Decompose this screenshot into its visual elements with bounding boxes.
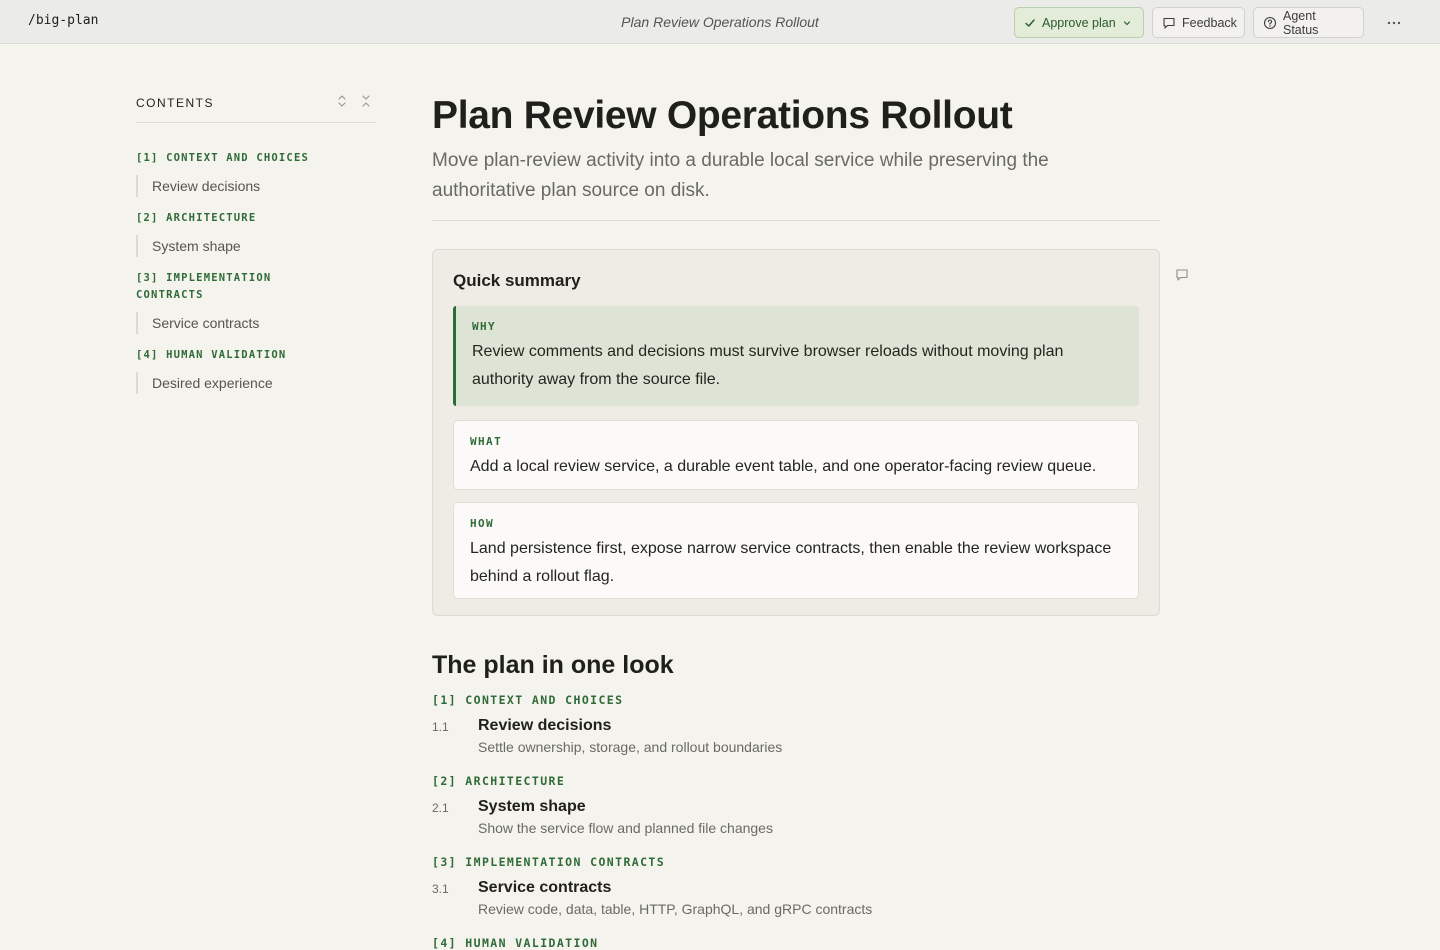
main-content: Plan Review Operations Rollout Move plan… (432, 94, 1160, 221)
toc-group: [4] HUMAN VALIDATION Desired experience (136, 347, 376, 394)
approve-plan-label: Approve plan (1042, 15, 1116, 30)
plan-item-number: 2.1 (432, 801, 449, 815)
toc-section-link[interactable]: [1] CONTEXT AND CHOICES (136, 150, 326, 167)
how-label: HOW (470, 517, 495, 530)
document-title: Plan Review Operations Rollout (621, 14, 819, 30)
more-options-button[interactable] (1384, 12, 1404, 32)
plan-item-number: 1.1 (432, 720, 449, 734)
toc-subsection-link[interactable]: Review decisions (136, 175, 376, 197)
help-circle-icon (1263, 16, 1277, 30)
plan-section-heading: [2] ARCHITECTURE (432, 774, 566, 788)
plan-item-description: Settle ownership, storage, and rollout b… (478, 739, 783, 755)
chevron-down-icon (1122, 18, 1132, 28)
how-text: Land persistence first, expose narrow se… (470, 540, 1112, 585)
comment-icon[interactable] (1174, 267, 1190, 288)
why-card: WHY Review comments and decisions must s… (453, 306, 1139, 406)
what-text: Add a local review service, a durable ev… (470, 458, 1097, 475)
plan-item[interactable]: 2.1 System shape Show the service flow a… (432, 797, 1160, 839)
contents-sidebar: CONTENTS [1] CONTEXT AND CHOICES Review … (136, 92, 376, 394)
why-text: Review comments and decisions must survi… (472, 343, 1064, 388)
how-card: HOW Land persistence first, expose narro… (453, 502, 1139, 599)
toc-subsection-link[interactable]: System shape (136, 235, 376, 257)
contents-header: CONTENTS (136, 92, 376, 123)
toc-group: [3] IMPLEMENTATION CONTRACTS Service con… (136, 270, 376, 334)
agent-status-button[interactable]: Agent Status (1253, 7, 1364, 38)
plan-item-description: Show the service flow and planned file c… (478, 820, 773, 836)
plan-item-description: Review code, data, table, HTTP, GraphQL,… (478, 901, 873, 917)
top-bar: /big-plan Plan Review Operations Rollout… (0, 0, 1440, 44)
plan-section-heading: [3] IMPLEMENTATION CONTRACTS (432, 855, 666, 869)
expand-all-icon[interactable] (336, 94, 348, 113)
toc-section-link[interactable]: [4] HUMAN VALIDATION (136, 347, 326, 364)
feedback-label: Feedback (1182, 15, 1237, 30)
plan-item-title: Service contracts (478, 879, 612, 896)
plan-section-heading: [4] HUMAN VALIDATION (432, 936, 599, 950)
plan-item-title: System shape (478, 798, 586, 815)
quick-summary-title: Quick summary (453, 271, 581, 290)
page-title: Plan Review Operations Rollout (432, 94, 1013, 137)
toc-subsection-link[interactable]: Desired experience (136, 372, 376, 394)
check-icon (1024, 17, 1036, 29)
what-card: WHAT Add a local review service, a durab… (453, 420, 1139, 490)
contents-title: CONTENTS (136, 96, 214, 110)
header-divider (432, 220, 1160, 221)
plan-item-number: 3.1 (432, 882, 449, 896)
agent-status-label: Agent Status (1283, 8, 1319, 37)
approve-plan-button[interactable]: Approve plan (1014, 7, 1144, 38)
plan-item[interactable]: 3.1 Service contracts Review code, data,… (432, 878, 1160, 920)
app-name: /big-plan (28, 13, 99, 28)
plan-overview: The plan in one look [1] CONTEXT AND CHO… (432, 650, 1160, 950)
plan-overview-title: The plan in one look (432, 651, 674, 679)
why-label: WHY (472, 320, 497, 333)
feedback-button[interactable]: Feedback (1152, 7, 1245, 38)
toc-group: [1] CONTEXT AND CHOICES Review decisions (136, 150, 376, 197)
plan-item-title: Review decisions (478, 717, 612, 734)
more-horizontal-icon (1386, 13, 1402, 31)
toc-section-link[interactable]: [2] ARCHITECTURE (136, 210, 326, 227)
page-subtitle: Move plan-review activity into a durable… (432, 150, 1049, 201)
plan-item[interactable]: 1.1 Review decisions Settle ownership, s… (432, 716, 1160, 758)
toc-section-link[interactable]: [3] IMPLEMENTATION CONTRACTS (136, 270, 326, 304)
what-label: WHAT (470, 435, 503, 448)
chat-bubble-icon (1162, 16, 1176, 30)
toc-subsection-link[interactable]: Service contracts (136, 312, 376, 334)
toc-group: [2] ARCHITECTURE System shape (136, 210, 376, 257)
collapse-all-icon[interactable] (360, 94, 372, 113)
quick-summary-panel: Quick summary WHY Review comments and de… (432, 249, 1160, 616)
plan-section-heading: [1] CONTEXT AND CHOICES (432, 693, 624, 707)
